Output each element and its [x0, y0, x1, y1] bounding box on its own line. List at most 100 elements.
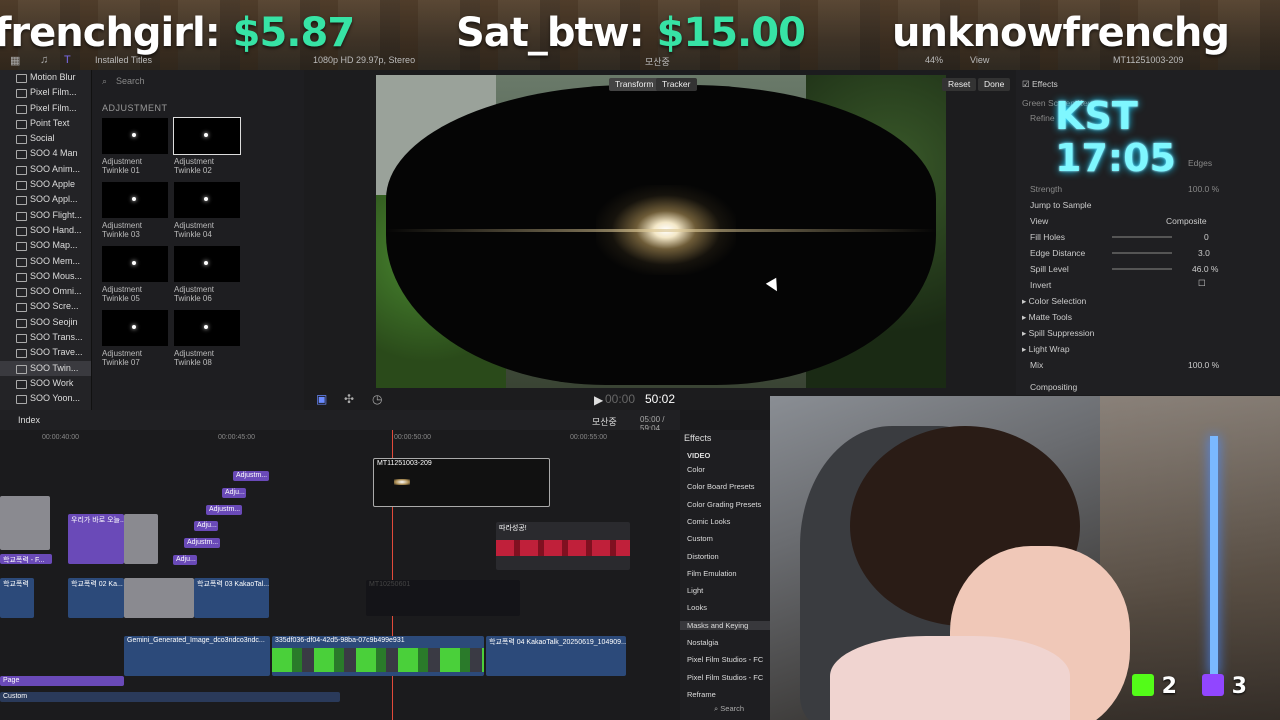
effects-category-item[interactable]: Masks and Keying — [680, 620, 770, 630]
sidebar-item[interactable]: SOO Work — [0, 376, 91, 391]
spill-level-slider[interactable] — [1112, 268, 1172, 270]
effects-category-item[interactable]: Looks — [687, 603, 707, 612]
sidebar-item[interactable]: SOO Omni... — [0, 284, 91, 299]
effects-category-item[interactable]: Pixel Film Studios - FC — [687, 655, 763, 664]
sidebar-item[interactable]: SOO Hand... — [0, 223, 91, 238]
sidebar-item[interactable]: Motion Blur — [0, 70, 91, 85]
play-icon[interactable]: ▶ — [594, 393, 603, 407]
matte-tools-section[interactable]: ▸ Matte Tools — [1022, 312, 1072, 323]
fill-holes-value[interactable]: 0 — [1204, 232, 1209, 242]
effects-category-item[interactable]: Custom — [687, 534, 713, 543]
sidebar-item[interactable]: Point Text — [0, 116, 91, 131]
sidebar-item[interactable]: Pixel Film... — [0, 101, 91, 116]
sidebar-item[interactable]: SOO Apple — [0, 177, 91, 192]
reset-button[interactable]: Reset — [942, 78, 977, 91]
effects-search-input[interactable]: ⌕ Search — [714, 704, 744, 714]
timeline-clip[interactable]: MT10250601 — [366, 580, 520, 616]
sidebar-item[interactable]: SOO Map... — [0, 238, 91, 253]
done-button[interactable]: Done — [978, 78, 1011, 91]
effects-category-item[interactable]: Color — [687, 465, 705, 474]
timeline-clip[interactable]: 우리가 바로 오늘... — [68, 514, 124, 564]
sidebar-item[interactable]: SOO Yoon... — [0, 391, 91, 406]
timeline-clip[interactable] — [124, 578, 194, 618]
timeline[interactable]: 00:00:40:00 00:00:45:00 00:00:50:00 00:0… — [0, 430, 680, 720]
sidebar-item[interactable]: SOO Seojin — [0, 315, 91, 330]
browser-search-input[interactable]: ⌕ Search — [100, 76, 290, 90]
speed-icon[interactable]: ◷ — [372, 392, 382, 406]
timeline-clip[interactable]: Custom — [0, 692, 340, 702]
timeline-clip[interactable]: Adju... — [194, 521, 218, 531]
tracker-button[interactable]: Tracker — [656, 78, 697, 91]
timeline-clip[interactable]: 학교폭력 04 KakaoTalk_20250619_104909... — [486, 636, 626, 676]
tools-icon[interactable]: ✣ — [344, 392, 354, 406]
effects-category-item[interactable]: Nostalgia — [687, 638, 718, 647]
sidebar-item[interactable]: SOO 4 Man — [0, 146, 91, 161]
effects-checkbox[interactable]: ☑ Effects — [1022, 79, 1058, 90]
view-menu[interactable]: View — [970, 55, 989, 65]
timeline-clip[interactable]: 학교폭력 — [0, 578, 34, 618]
sidebar-item[interactable]: SOO Mem... — [0, 254, 91, 269]
title-thumbnail[interactable] — [102, 118, 168, 154]
effects-category-item[interactable]: Color Board Presets — [687, 482, 755, 491]
effects-category-item[interactable]: Film Emulation — [687, 569, 737, 578]
title-thumbnail[interactable] — [174, 246, 240, 282]
title-thumbnail[interactable] — [174, 182, 240, 218]
spill-suppression-section[interactable]: ▸ Spill Suppression — [1022, 328, 1094, 339]
installed-titles-menu[interactable]: Installed Titles — [95, 55, 152, 65]
color-selection-section[interactable]: ▸ Color Selection — [1022, 296, 1086, 307]
effects-category[interactable]: VIDEO — [687, 451, 710, 460]
transform-button[interactable]: Transform — [609, 78, 660, 91]
mix-value[interactable]: 100.0 % — [1188, 360, 1219, 370]
timeline-clip[interactable] — [124, 514, 158, 564]
effects-category-item[interactable]: Pixel Film Studios - FC — [687, 673, 763, 682]
sidebar-item[interactable]: SOO Twin... — [0, 360, 91, 376]
effects-category-item[interactable]: Light — [687, 586, 703, 595]
sidebar-item[interactable]: SOO Mous... — [0, 269, 91, 284]
timeline-clip[interactable]: Adjustm... — [233, 471, 269, 481]
timeline-clip[interactable]: Page — [0, 676, 124, 686]
sidebar-item[interactable]: SOO Trans... — [0, 330, 91, 345]
index-button[interactable]: Index — [18, 415, 40, 425]
timeline-clip[interactable]: 따라성공! — [496, 522, 630, 570]
spill-level-value[interactable]: 46.0 % — [1192, 264, 1218, 274]
timeline-clip[interactable]: Adju... — [222, 488, 246, 498]
viewer-image[interactable] — [376, 75, 946, 388]
composite-button[interactable]: Composite — [1166, 216, 1207, 226]
selected-clip[interactable]: MT11251003-209 — [373, 458, 550, 507]
timeline-clip[interactable]: Gemini_Generated_Image_dco3ndco3ndc... — [124, 636, 270, 676]
timeline-clip[interactable]: Adjustm... — [184, 538, 220, 548]
timeline-clip[interactable]: 학교폭력 03 KakaoTal... — [194, 578, 269, 618]
fill-holes-slider[interactable] — [1112, 236, 1172, 238]
invert-checkbox[interactable]: ☐ — [1198, 278, 1206, 289]
titles-icon[interactable]: T — [64, 54, 71, 66]
effects-category-item[interactable]: Reframe — [687, 690, 716, 699]
edge-distance-slider[interactable] — [1112, 252, 1172, 254]
timeline-clip[interactable]: 335df036-df04-42d5-98ba-07c9b499e931 — [272, 636, 484, 676]
sidebar-item[interactable]: SOO Appl... — [0, 192, 91, 207]
jump-to-sample[interactable]: Jump to Sample — [1030, 200, 1091, 210]
edge-distance-value[interactable]: 3.0 — [1198, 248, 1210, 258]
zoom-level[interactable]: 44% — [925, 55, 943, 65]
title-thumbnail[interactable] — [174, 310, 240, 346]
timeline-clip[interactable]: Adjustm... — [206, 505, 242, 515]
timeline-clip[interactable]: Adju... — [173, 555, 197, 565]
sidebar-item[interactable]: SOO Scre... — [0, 299, 91, 314]
sidebar-item[interactable]: SOO Trave... — [0, 345, 91, 360]
compositing-section[interactable]: Compositing — [1030, 382, 1077, 392]
timeline-clip[interactable]: 학교폭력 - F... — [0, 554, 52, 564]
title-thumbnail[interactable] — [102, 246, 168, 282]
library-icon[interactable]: ▦ — [10, 54, 20, 67]
title-thumbnail[interactable] — [102, 182, 168, 218]
sidebar-item[interactable]: Social — [0, 131, 91, 146]
view-options-icon[interactable]: ▣ — [316, 392, 327, 406]
sidebar-item[interactable]: SOO Anim... — [0, 162, 91, 177]
light-wrap-section[interactable]: ▸ Light Wrap — [1022, 344, 1070, 355]
title-thumbnail[interactable] — [173, 117, 241, 155]
timeline-clip[interactable]: 학교폭력 02 Ka... — [68, 578, 124, 618]
photos-icon[interactable]: ♫ — [40, 54, 48, 66]
sidebar-item[interactable]: Pixel Film... — [0, 85, 91, 100]
effects-category-item[interactable]: Color Grading Presets — [687, 500, 761, 509]
sidebar-item[interactable]: SOO Flight... — [0, 208, 91, 223]
effects-category-item[interactable]: Distortion — [687, 552, 719, 561]
title-thumbnail[interactable] — [102, 310, 168, 346]
